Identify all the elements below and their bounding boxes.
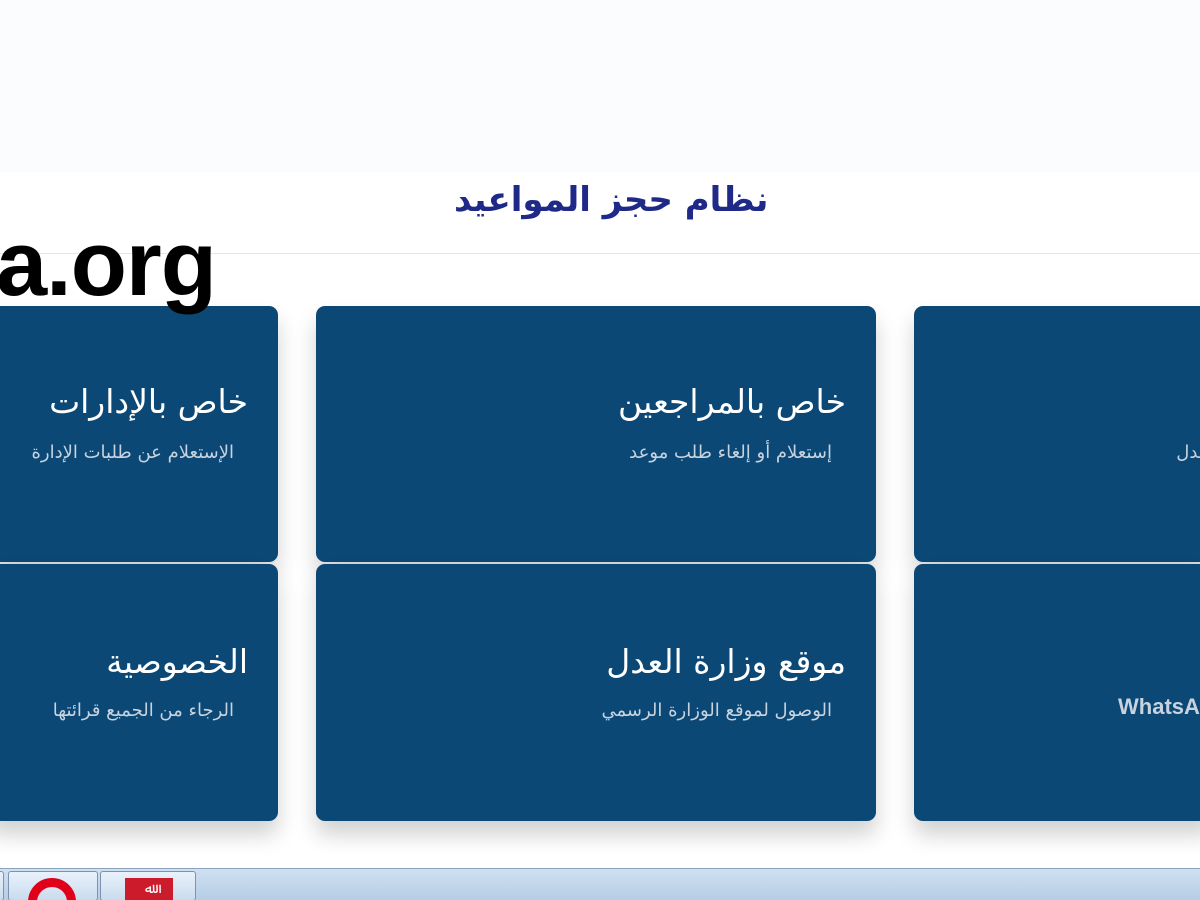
taskbar-button-edge[interactable] <box>0 871 4 900</box>
card-title: موقع وزارة العدل <box>606 642 846 681</box>
card-title: خاص بالمراجعين <box>618 382 846 421</box>
card-title: خاص بالإدارات <box>49 382 248 421</box>
card-subtitle: الإستعلام عن طلبات الإدارة <box>31 442 234 463</box>
card-subtitle: الوصول لموقع الوزارة الرسمي <box>601 700 833 721</box>
card-subtitle: الرجاء من الجميع قرائتها <box>52 700 234 721</box>
page-title: نظام حجز المواعيد <box>454 180 769 220</box>
opera-icon <box>28 878 76 900</box>
card-subtitle: WhatsA <box>1118 694 1200 719</box>
card-departments[interactable]: خاص بالإدارات الإستعلام عن طلبات الإدارة <box>0 306 278 562</box>
top-banner-area <box>0 0 1200 172</box>
card-ministry-site[interactable]: موقع وزارة العدل الوصول لموقع الوزارة ال… <box>316 564 876 821</box>
site-watermark: a.org <box>0 213 217 315</box>
taskbar-button-app[interactable]: ﷲ <box>100 871 196 900</box>
card-justice-partial[interactable]: العدل <box>914 306 1200 562</box>
app-icon: ﷲ <box>125 878 173 900</box>
card-title: الخصوصية <box>106 642 248 681</box>
card-whatsapp-partial[interactable]: WhatsA <box>914 564 1200 821</box>
card-subtitle: العدل <box>1176 442 1200 463</box>
os-taskbar: ﷲ <box>0 868 1200 900</box>
card-subtitle: إستعلام أو إلغاء طلب موعد <box>629 442 832 463</box>
card-privacy[interactable]: الخصوصية الرجاء من الجميع قرائتها <box>0 564 278 821</box>
card-visitors[interactable]: خاص بالمراجعين إستعلام أو إلغاء طلب موعد <box>316 306 876 562</box>
taskbar-button-opera[interactable] <box>8 871 98 900</box>
